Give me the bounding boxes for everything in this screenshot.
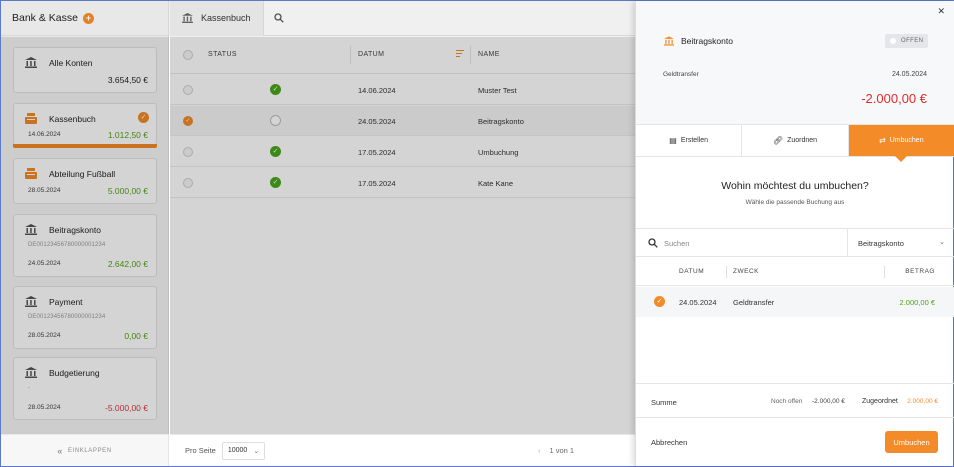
tab-label: Erstellen <box>680 137 709 144</box>
booking-search-input[interactable] <box>664 235 834 251</box>
column-date: DATUM <box>679 268 705 275</box>
tab-label: Umbuchen <box>889 137 924 144</box>
column-amount: BETRAG <box>905 268 935 275</box>
link-icon: 🔗︎ <box>772 136 784 145</box>
status-badge-label: OFFEN <box>901 38 924 44</box>
rebook-hint: Wähle die passende Buchung aus <box>745 199 845 206</box>
cancel-button[interactable]: Abbrechen <box>651 438 687 447</box>
column-divider <box>884 266 885 278</box>
close-icon[interactable]: ✕ <box>937 6 945 17</box>
search-icon <box>648 238 658 248</box>
toggle-dot-icon <box>890 38 896 44</box>
action-tabs: ▤ Erstellen 🔗︎ Zuordnen ⇄ Umbuchen <box>636 125 954 162</box>
transaction-date: 24.05.2024 <box>891 71 927 78</box>
double-chevron-left-icon: « <box>57 445 63 456</box>
status-badge: OFFEN <box>885 34 928 48</box>
open-value: -2.000,00 € <box>812 398 845 405</box>
transaction-amount: -2.000,00 € <box>861 91 927 106</box>
transaction-type: Geldtransfer <box>663 71 699 78</box>
per-page-value: 10000 <box>227 447 248 454</box>
bank-icon <box>664 36 674 46</box>
chevron-down-icon: ⌄ <box>253 447 260 455</box>
open-label: Noch offen <box>771 398 803 405</box>
column-divider <box>726 266 727 278</box>
column-purpose: ZWECK <box>733 268 759 275</box>
transfer-arrows-icon: ⇄ <box>879 136 886 145</box>
transaction-account: Beitragskonto <box>681 36 733 46</box>
summary-bar: Summe Noch offen -2.000,00 € Zugeordnet … <box>636 383 954 418</box>
per-page-select[interactable]: 10000 ⌄ <box>221 441 266 460</box>
document-plus-icon: ▤ <box>669 136 677 145</box>
booking-amount: 2.000,00 € <box>899 298 935 307</box>
pagination: ‹ 1 von 1 <box>538 446 574 455</box>
booking-purpose: Geldtransfer <box>733 298 775 307</box>
tab-label: Zuordnen <box>787 137 818 144</box>
modal-backdrop <box>1 1 635 37</box>
booking-selected-check-icon[interactable]: ✓ <box>654 296 665 307</box>
account-select-value: Beitragskonto <box>858 238 904 248</box>
summary-label: Summe <box>651 398 677 407</box>
account-select[interactable]: Beitragskonto ⌄ <box>847 229 954 257</box>
rebook-button[interactable]: Umbuchen <box>885 431 938 453</box>
collapse-label: EINKLAPPEN <box>67 447 112 454</box>
per-page-label: Pro Seite <box>185 446 216 455</box>
rebook-panel: ✕ Beitragskonto OFFEN Geldtransfer 24.05… <box>635 1 954 466</box>
modal-backdrop <box>1 37 169 434</box>
prev-page-icon[interactable]: ‹ <box>538 446 541 455</box>
booking-filter: Beitragskonto ⌄ <box>636 228 954 257</box>
tab-erstellen[interactable]: ▤ Erstellen <box>636 125 743 156</box>
assigned-value: 2.000,00 € <box>907 398 938 405</box>
transaction-summary: ✕ Beitragskonto OFFEN Geldtransfer 24.05… <box>636 1 954 125</box>
assigned-label: Zugeordnet <box>862 398 898 405</box>
table-footer: Pro Seite 10000 ⌄ ‹ 1 von 1 <box>170 434 635 466</box>
booking-date: 24.05.2024 <box>679 298 717 307</box>
booking-table-header: DATUM ZWECK BETRAG <box>636 257 954 286</box>
modal-backdrop[interactable] <box>170 37 635 434</box>
booking-row[interactable]: ✓ 24.05.2024 Geldtransfer 2.000,00 € <box>636 287 954 317</box>
tab-umbuchen[interactable]: ⇄ Umbuchen <box>848 125 954 162</box>
rebook-question: Wohin möchtest du umbuchen? <box>721 180 869 192</box>
chevron-down-icon: ⌄ <box>939 239 945 246</box>
panel-actions: Abbrechen Umbuchen <box>636 418 954 466</box>
pager-text: 1 von 1 <box>549 446 575 455</box>
collapse-sidebar-button[interactable]: « EINKLAPPEN <box>1 434 168 466</box>
tab-zuordnen[interactable]: 🔗︎ Zuordnen <box>742 125 849 156</box>
